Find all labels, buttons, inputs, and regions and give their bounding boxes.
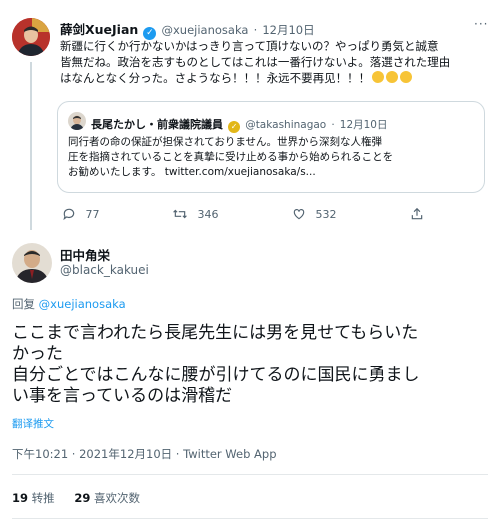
retweet-button[interactable]: 346 [172,207,219,221]
thread-connector [30,62,32,230]
avatar-kakuei[interactable] [12,243,52,283]
verified-badge-icon: ✓ [228,121,241,133]
tweet2-stats: 19 转推 29 喜欢次数 [12,490,140,506]
retweet-count: 346 [197,208,219,221]
hug-emoji-icon [400,71,413,83]
likes-stat-label: 喜欢次数 [94,491,140,505]
reply-prefix: 回复 [12,297,35,311]
divider [12,474,488,475]
translate-link[interactable]: 翻译推文 [12,416,54,431]
tweet1-handle[interactable]: @xuejianosaka [161,23,248,37]
tweet2-meta: 下午10:21 · 2021年12月10日 · Twitter Web App [12,447,277,461]
tweet1-text-line: 新疆に行くか行かないかはっきり言って頂けないの？やっぱり勇気と誠意 [60,39,439,53]
reply-count: 77 [85,208,100,221]
tweet2-text-line: 自分ごとではこんなに腰が引けてるのに国民に勇まし [12,365,420,385]
avatar-xuejian[interactable] [12,18,50,56]
quote-display-name[interactable]: 長尾たかし・前衆議院議員 [91,118,223,131]
tweet2-handle[interactable]: @black_kakuei [60,263,149,277]
tweet1-text-line: 皆無だね。政治を志すものとしてはこれは一番行けないよ。落選された理由 [60,55,451,69]
avatar-photo [12,243,52,283]
tweet1-header: 薛剑XueJian ✓ @xuejianosaka · 12月10日 [60,19,315,40]
tweet2-text-line: い事を言っているのは滑稽だ [12,386,233,406]
divider [12,518,488,519]
likes-stat-count: 29 [74,491,91,505]
tweet1-display-name[interactable]: 薛剑XueJian [60,22,138,37]
reply-to-handle[interactable]: @xuejianosaka [39,297,126,311]
share-icon [411,207,423,220]
tweet2-text-line: かった [12,344,63,364]
reply-icon [63,208,75,221]
quote-text: 同行者の命の保証が担保されておりません。世界から深刻な人権弾 圧を指摘されている… [68,135,476,180]
quote-separator: · [331,119,335,131]
tweet1-separator: · [253,23,258,37]
like-count: 532 [315,208,337,221]
hug-emoji-icon [386,71,399,83]
avatar-photo [68,112,86,130]
quote-text-line: お勧めいたします。 twitter.com/xuejianosaka/s... [68,166,316,178]
hug-emoji-icon [372,71,385,83]
tweet1-more-icon[interactable]: ··· [474,17,488,31]
tweet1-text: 新疆に行くか行かないかはっきり言って頂けないの？やっぱり勇気と誠意 皆無だね。政… [60,38,492,86]
quote-text-line: 圧を指摘されていることを真摯に受け止める事から始められることを [68,151,394,163]
quote-header: 長尾たかし・前衆議院議員 ✓ @takashinagao · 12月10日 [91,113,388,133]
retweets-stat[interactable]: 19 转推 [12,491,58,505]
share-button[interactable] [410,207,424,221]
avatar-nagao[interactable] [68,112,86,130]
like-button[interactable]: 532 [292,207,337,221]
quote-date[interactable]: 12月10日 [340,119,388,131]
tweet2-display-name[interactable]: 田中角栄 [60,245,110,264]
tweet2-text-line: ここまで言われたら長尾先生には男を見せてもらいた [12,323,419,343]
heart-icon [293,209,305,220]
retweets-stat-count: 19 [12,491,29,505]
tweet1-date[interactable]: 12月10日 [262,23,314,37]
retweet-icon [173,209,187,219]
avatar-photo [12,18,50,56]
quote-handle[interactable]: @takashinagao [245,119,326,131]
tweet2-text: ここまで言われたら長尾先生には男を見せてもらいた かった 自分ごとではこんなに腰… [12,323,492,407]
quoted-tweet[interactable]: 長尾たかし・前衆議院議員 ✓ @takashinagao · 12月10日 同行… [57,101,485,193]
retweets-stat-label: 转推 [31,491,55,505]
reply-button[interactable]: 77 [62,207,100,221]
reply-context: 回复 @xuejianosaka [12,296,126,312]
quote-text-line: 同行者の命の保証が担保されておりません。世界から深刻な人権弾 [68,136,383,148]
likes-stat[interactable]: 29 喜欢次数 [74,491,140,505]
tweet1-text-line: はなんとなく分った。さようなら！！！永远不要再见！！！ [60,71,371,85]
